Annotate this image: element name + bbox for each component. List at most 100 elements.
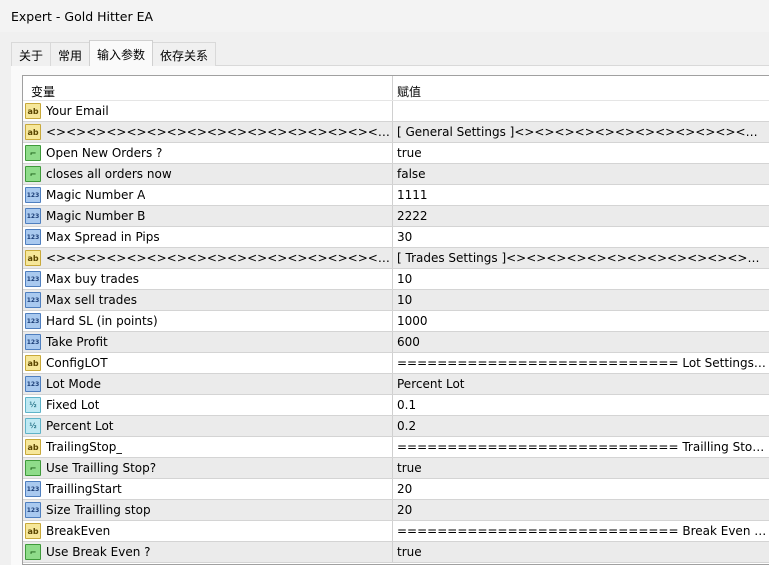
table-row[interactable]: 123 TraillingStart 20 [23, 479, 769, 500]
variable-name: Percent Lot [46, 419, 114, 433]
variable-cell[interactable]: ⌐ closes all orders now [23, 164, 393, 184]
table-row[interactable]: 123 Size Trailling stop 20 [23, 500, 769, 521]
table-row[interactable]: ab ConfigLOT ============================ … [23, 353, 769, 374]
variable-cell[interactable]: ⌐ Use Trailling Stop? [23, 458, 393, 478]
variable-cell[interactable]: ⌐ Open New Orders ? [23, 143, 393, 163]
table-row[interactable]: ab <><><><><><><><><><><><><><><><><><><>… [23, 122, 769, 143]
value-text: 10 [397, 293, 413, 307]
value-text: 2222 [397, 209, 428, 223]
value-cell[interactable]: 0.2 [393, 416, 769, 436]
table-row[interactable]: 123 Magic Number B 2222 [23, 206, 769, 227]
int-type-icon: 123 [25, 481, 41, 497]
variable-name: Hard SL (in points) [46, 314, 158, 328]
table-row[interactable]: 123 Max buy trades 10 [23, 269, 769, 290]
variable-cell[interactable]: ½ Percent Lot [23, 416, 393, 436]
table-row[interactable]: 123 Hard SL (in points) 1000 [23, 311, 769, 332]
column-header-value[interactable]: 赋值 [393, 76, 769, 100]
variable-cell[interactable]: ½ Fixed Lot [23, 395, 393, 415]
table-row[interactable]: 123 Take Profit 600 [23, 332, 769, 353]
table-row[interactable]: 123 Magic Number A 1111 [23, 185, 769, 206]
int-type-icon: 123 [25, 271, 41, 287]
value-cell[interactable]: [ Trades Settings ]<><><><><><><><><><><… [393, 248, 769, 268]
table-row[interactable]: ab BreakEven ============================ … [23, 521, 769, 542]
variable-cell[interactable]: ab <><><><><><><><><><><><><><><><><><><>… [23, 122, 393, 142]
variable-cell[interactable]: ab <><><><><><><><><><><><><><><><><><><>… [23, 248, 393, 268]
value-cell[interactable]: false [393, 164, 769, 184]
value-cell[interactable]: true [393, 458, 769, 478]
variable-cell[interactable]: ab ConfigLOT [23, 353, 393, 373]
variable-cell[interactable]: 123 Magic Number A [23, 185, 393, 205]
value-cell[interactable]: [ General Settings ]<><><><><><><><><><>… [393, 122, 769, 142]
column-header-variable[interactable]: 变量 [23, 76, 393, 100]
variable-name: closes all orders now [46, 167, 172, 181]
variable-name: Magic Number B [46, 209, 146, 223]
value-cell[interactable]: 600 [393, 332, 769, 352]
variable-name: Size Trailling stop [46, 503, 151, 517]
variable-cell[interactable]: 123 Hard SL (in points) [23, 311, 393, 331]
variable-cell[interactable]: ⌐ Use Break Even ? [23, 542, 393, 562]
tab-2[interactable]: 输入参数 [89, 40, 154, 66]
table-row[interactable]: ⌐ Open New Orders ? true [23, 143, 769, 164]
value-cell[interactable]: 1111 [393, 185, 769, 205]
variable-cell[interactable]: 123 Max sell trades [23, 290, 393, 310]
table-row[interactable]: ½ Fixed Lot 0.1 [23, 395, 769, 416]
tab-1[interactable]: 常用 [50, 42, 91, 66]
value-text: 600 [397, 335, 420, 349]
value-cell[interactable]: Percent Lot [393, 374, 769, 394]
variable-cell[interactable]: 123 Take Profit [23, 332, 393, 352]
value-text: 1000 [397, 314, 428, 328]
table-row[interactable]: ⌐ Use Trailling Stop? true [23, 458, 769, 479]
variable-cell[interactable]: 123 Size Trailling stop [23, 500, 393, 520]
tab-0[interactable]: 关于 [11, 42, 52, 66]
table-row[interactable]: 123 Max sell trades 10 [23, 290, 769, 311]
value-cell[interactable]: 10 [393, 290, 769, 310]
value-cell[interactable]: 0.1 [393, 395, 769, 415]
value-cell[interactable]: 1000 [393, 311, 769, 331]
table-row[interactable]: 123 Max Spread in Pips 30 [23, 227, 769, 248]
table-row[interactable]: ½ Percent Lot 0.2 [23, 416, 769, 437]
value-text: 10 [397, 272, 413, 286]
tab-3[interactable]: 依存关系 [152, 42, 217, 66]
value-text: true [397, 545, 422, 559]
value-cell[interactable]: ============================ Trailling S… [393, 437, 769, 457]
inputs-table: 变量 赋值 ab Your Email ab <><><><><><><><><><>… [22, 75, 769, 565]
variable-name: Max sell trades [46, 293, 137, 307]
value-cell[interactable]: 20 [393, 500, 769, 520]
value-cell[interactable]: true [393, 143, 769, 163]
variable-cell[interactable]: 123 Magic Number B [23, 206, 393, 226]
table-row[interactable]: 123 Lot Mode Percent Lot [23, 374, 769, 395]
table-row[interactable]: ⌐ closes all orders now false [23, 164, 769, 185]
bool-type-icon: ⌐ [25, 544, 41, 560]
variable-name: Use Break Even ? [46, 545, 151, 559]
value-cell[interactable]: true [393, 542, 769, 562]
variable-cell[interactable]: 123 Lot Mode [23, 374, 393, 394]
dbl-type-icon: ½ [25, 418, 41, 434]
variable-cell[interactable]: ab BreakEven [23, 521, 393, 541]
int-type-icon: 123 [25, 334, 41, 350]
value-cell[interactable]: ============================ Break Even … [393, 521, 769, 541]
variable-cell[interactable]: 123 Max Spread in Pips [23, 227, 393, 247]
int-type-icon: 123 [25, 187, 41, 203]
variable-name: <><><><><><><><><><><><><><><><><><><><>… [46, 125, 392, 139]
value-cell[interactable]: ============================ Lot Setting… [393, 353, 769, 373]
table-row[interactable]: ab TrailingStop_ =========================… [23, 437, 769, 458]
variable-cell[interactable]: ab TrailingStop_ [23, 437, 393, 457]
ab-type-icon: ab [25, 523, 41, 539]
variable-cell[interactable]: ab Your Email [23, 101, 393, 121]
table-row[interactable]: ab Your Email [23, 101, 769, 122]
variable-name: BreakEven [46, 524, 111, 538]
value-cell[interactable]: 20 [393, 479, 769, 499]
variable-cell[interactable]: 123 Max buy trades [23, 269, 393, 289]
value-cell[interactable] [393, 101, 769, 121]
variable-cell[interactable]: 123 TraillingStart [23, 479, 393, 499]
ab-type-icon: ab [25, 250, 41, 266]
table-row[interactable]: ab <><><><><><><><><><><><><><><><><><><>… [23, 248, 769, 269]
value-cell[interactable]: 10 [393, 269, 769, 289]
value-cell[interactable]: 30 [393, 227, 769, 247]
value-cell[interactable]: 2222 [393, 206, 769, 226]
bool-type-icon: ⌐ [25, 460, 41, 476]
table-row[interactable]: ⌐ Use Break Even ? true [23, 542, 769, 563]
variable-name: Take Profit [46, 335, 108, 349]
table-header: 变量 赋值 [23, 76, 769, 101]
ab-type-icon: ab [25, 439, 41, 455]
